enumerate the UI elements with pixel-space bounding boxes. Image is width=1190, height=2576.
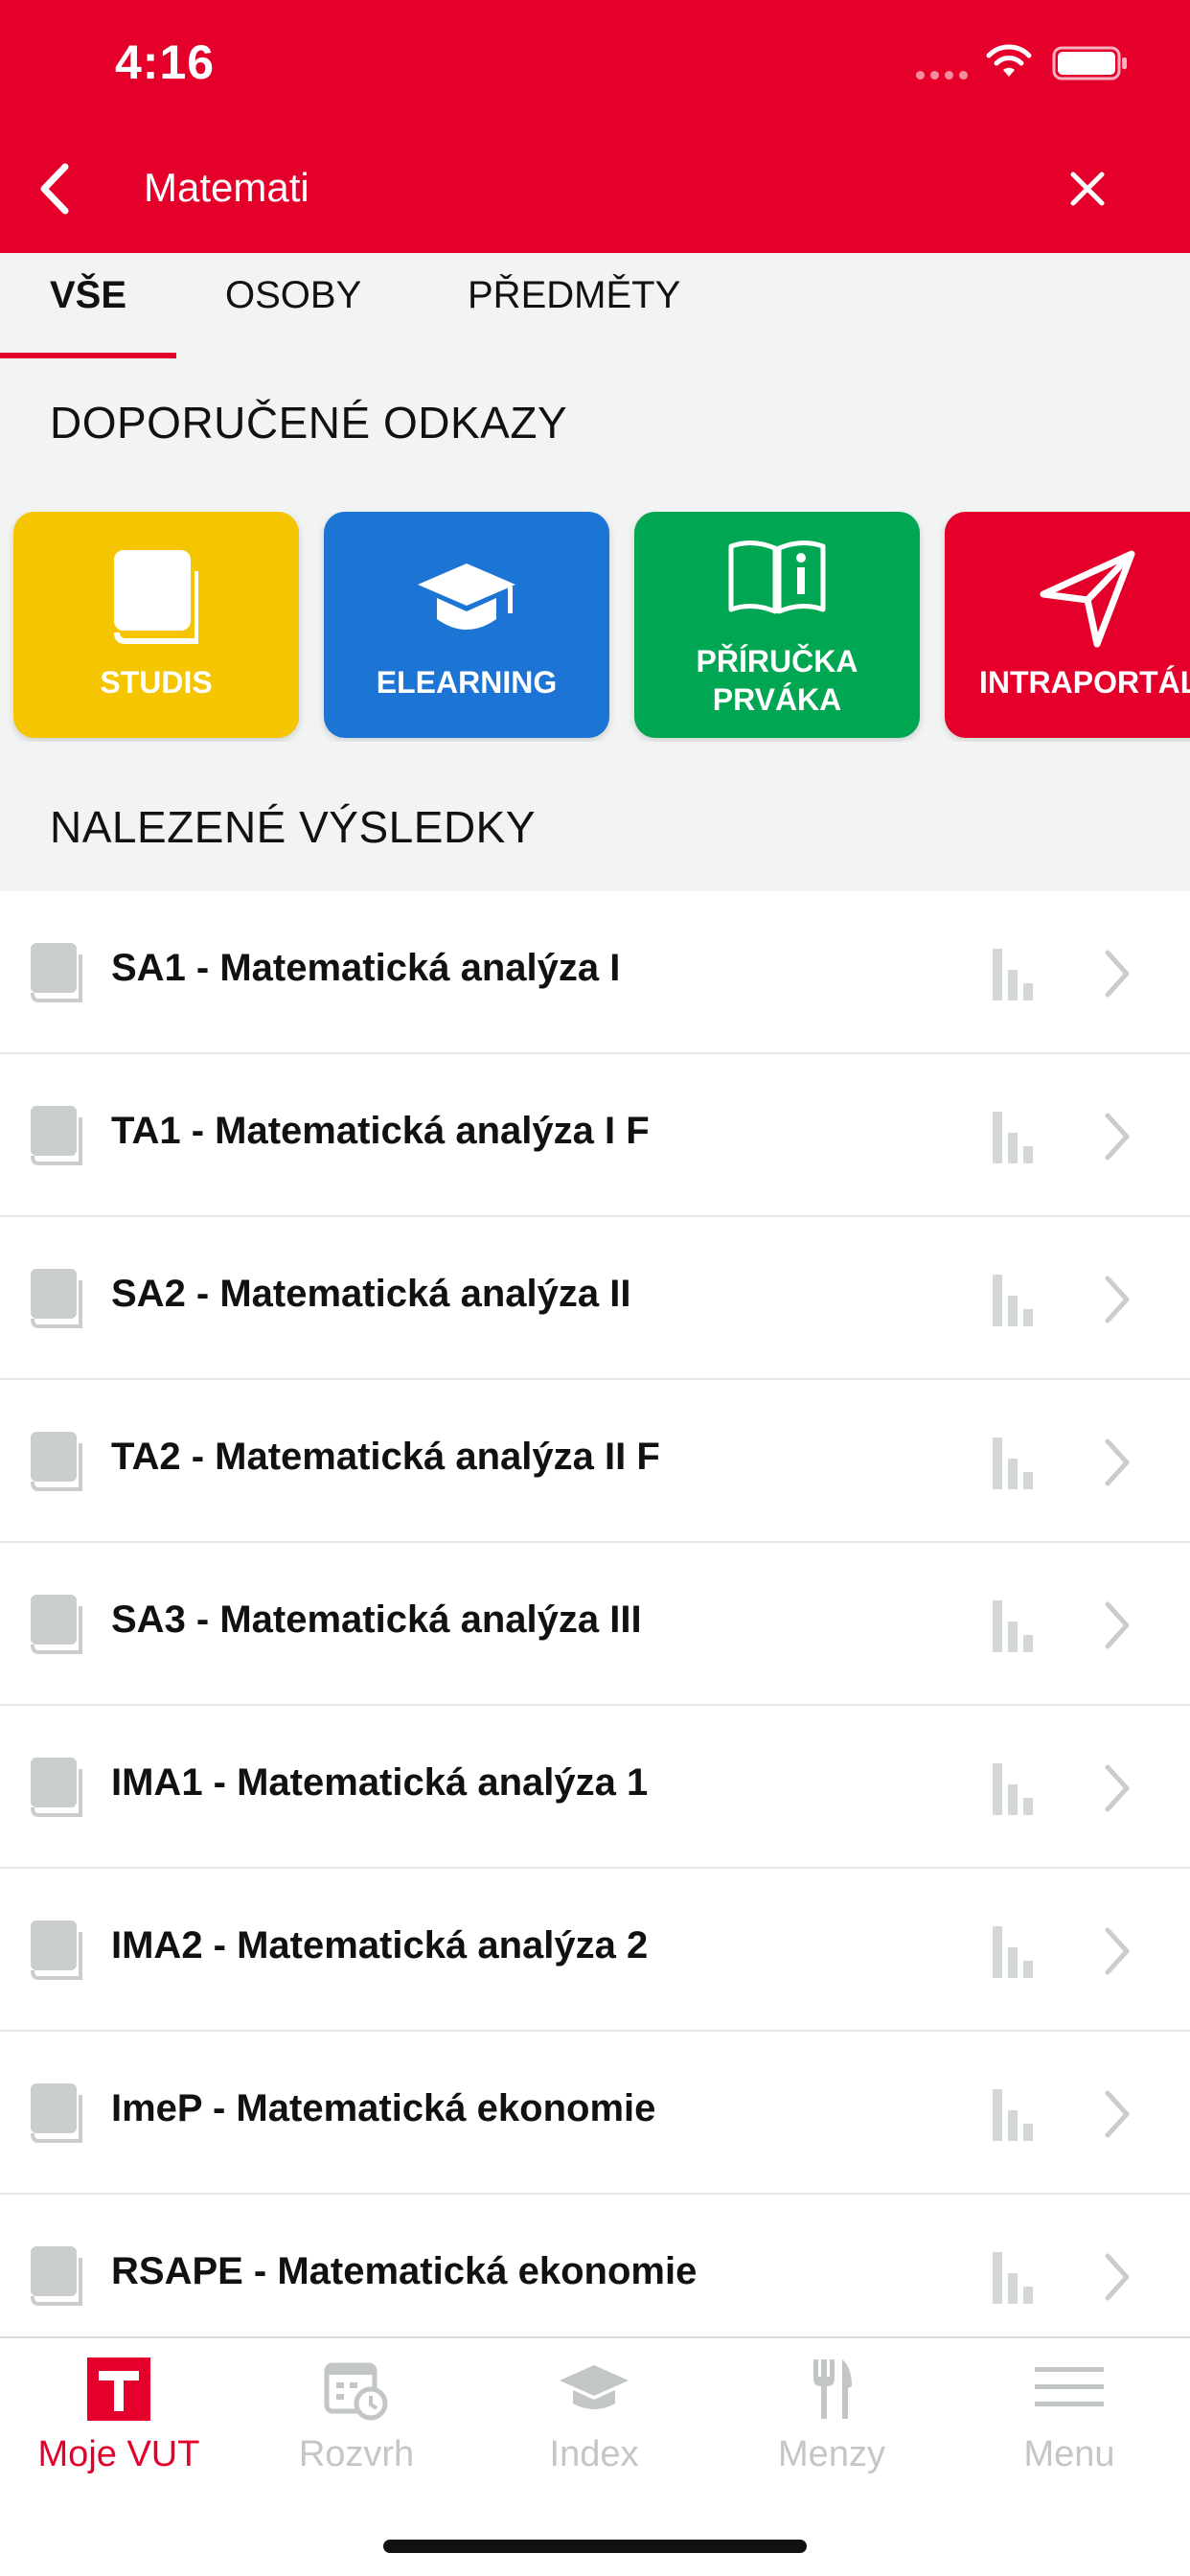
chevron-right-icon <box>1105 1113 1130 1161</box>
signal-icon <box>916 71 968 80</box>
header: 4:16 Matemati <box>0 0 1190 253</box>
statistics-icon[interactable] <box>991 2248 1041 2306</box>
tile-label: INTRAPORTÁL <box>979 665 1190 700</box>
result-row[interactable]: SA2 - Matematická analýza II <box>0 1217 1190 1380</box>
result-label: SA2 - Matematická analýza II <box>111 1273 631 1315</box>
result-label: TA2 - Matematická analýza II F <box>111 1436 660 1478</box>
tabbar-item-schedule[interactable]: Rozvrh <box>238 2338 475 2511</box>
tile-label: STUDIS <box>100 665 213 700</box>
tabbar-label: Rozvrh <box>298 2434 415 2474</box>
result-row[interactable]: RSAPE - Matematická ekonomie <box>0 2195 1190 2336</box>
section-title-recommended: DOPORUČENÉ ODKAZY <box>50 398 568 448</box>
result-label: IMA2 - Matematická analýza 2 <box>111 1924 649 1966</box>
section-title-results: NALEZENÉ VÝSLEDKY <box>50 802 537 852</box>
book-icon <box>31 943 82 1002</box>
book-icon <box>31 1106 82 1165</box>
result-label: TA1 - Matematická analýza I F <box>111 1110 650 1152</box>
result-row[interactable]: TA1 - Matematická analýza I F <box>0 1054 1190 1217</box>
status-time: 4:16 <box>115 35 216 89</box>
statistics-icon[interactable] <box>991 1760 1041 1817</box>
tab-all[interactable]: VŠE <box>50 274 126 317</box>
tab-people[interactable]: OSOBY <box>225 274 361 317</box>
tile-freshman-guide[interactable]: PŘÍRUČKA PRVÁKA <box>634 512 920 738</box>
result-row[interactable]: ImeP - Matematická ekonomie <box>0 2032 1190 2195</box>
send-icon <box>1040 550 1135 648</box>
statistics-icon[interactable] <box>991 945 1041 1002</box>
tile-studis[interactable]: STUDIS <box>13 512 299 738</box>
recommended-links: STUDIS ELEARNING PŘÍRUČKA PRVÁKA INTRAPO… <box>0 512 1190 742</box>
tabbar-label: Menzy <box>778 2434 885 2474</box>
tabbar-label: Moje VUT <box>37 2434 200 2474</box>
book-icon <box>31 1595 82 1654</box>
tabbar-label: Index <box>549 2434 639 2474</box>
result-row[interactable]: SA3 - Matematická analýza III <box>0 1543 1190 1706</box>
tabbar-item-my-vut[interactable]: Moje VUT <box>0 2338 238 2511</box>
wifi-icon <box>986 44 1032 77</box>
battery-icon <box>1052 46 1127 80</box>
statistics-icon[interactable] <box>991 1108 1041 1165</box>
tabbar-item-canteens[interactable]: Menzy <box>713 2338 950 2511</box>
book-icon <box>31 1432 82 1491</box>
statistics-icon[interactable] <box>991 1271 1041 1328</box>
vut-logo-icon <box>87 2358 150 2421</box>
tabbar-item-index[interactable]: Index <box>475 2338 713 2511</box>
chevron-right-icon <box>1105 950 1130 998</box>
book-icon <box>31 1920 82 1980</box>
active-tab-indicator <box>0 353 176 358</box>
tile-label: PŘÍRUČKA PRVÁKA <box>696 644 858 717</box>
statistics-icon[interactable] <box>991 1434 1041 1491</box>
chevron-right-icon <box>1105 1438 1130 1486</box>
chevron-right-icon <box>1105 2090 1130 2138</box>
clear-search-button[interactable] <box>1062 163 1113 215</box>
segment-tabs: VŠE OSOBY PŘEDMĚTY <box>0 253 1190 358</box>
tile-intraportal[interactable]: INTRAPORTÁL <box>945 512 1190 738</box>
hamburger-menu-icon <box>1035 2367 1104 2406</box>
result-label: ImeP - Matematická ekonomie <box>111 2087 656 2129</box>
chevron-right-icon <box>1105 2253 1130 2301</box>
results-list: SA1 - Matematická analýza I TA1 - Matemat… <box>0 891 1190 2336</box>
result-row[interactable]: IMA1 - Matematická analýza 1 <box>0 1706 1190 1869</box>
chevron-right-icon <box>1105 1764 1130 1812</box>
tile-label: ELEARNING <box>376 665 558 700</box>
tile-elearning[interactable]: ELEARNING <box>324 512 609 738</box>
book-icon <box>31 1269 82 1328</box>
result-label: SA1 - Matematická analýza I <box>111 947 621 989</box>
chevron-right-icon <box>1105 1276 1130 1323</box>
bottom-tab-bar: Moje VUT Rozvrh Index Menzy Menu <box>0 2336 1190 2576</box>
book-icon <box>31 2246 82 2306</box>
chevron-right-icon <box>1105 1601 1130 1649</box>
fork-knife-icon <box>813 2359 852 2419</box>
search-input[interactable]: Matemati <box>144 165 309 211</box>
statistics-icon[interactable] <box>991 2085 1041 2143</box>
result-row[interactable]: TA2 - Matematická analýza II F <box>0 1380 1190 1543</box>
book-icon <box>31 1758 82 1817</box>
info-book-icon <box>728 540 826 614</box>
tabbar-label: Menu <box>1023 2434 1115 2474</box>
result-label: SA3 - Matematická analýza III <box>111 1598 642 1641</box>
graduation-cap-icon <box>560 2365 629 2409</box>
statistics-icon[interactable] <box>991 1922 1041 1980</box>
book-icon <box>31 2083 82 2143</box>
app-screen: 4:16 Matemati VŠE OSOBY PŘEDMĚTY DOPORUČ… <box>0 0 1190 2576</box>
result-row[interactable]: IMA2 - Matematická analýza 2 <box>0 1869 1190 2032</box>
result-row[interactable]: SA1 - Matematická analýza I <box>0 891 1190 1054</box>
statistics-icon[interactable] <box>991 1597 1041 1654</box>
home-indicator <box>383 2540 807 2553</box>
calendar-clock-icon <box>324 2362 388 2421</box>
graduation-cap-icon <box>418 564 515 630</box>
result-label: RSAPE - Matematická ekonomie <box>111 2250 698 2292</box>
result-label: IMA1 - Matematická analýza 1 <box>111 1761 649 1804</box>
tabbar-item-menu[interactable]: Menu <box>950 2338 1188 2511</box>
book-icon <box>114 550 198 644</box>
chevron-right-icon <box>1105 1927 1130 1975</box>
back-button[interactable] <box>29 155 86 222</box>
tab-subjects[interactable]: PŘEDMĚTY <box>468 274 680 317</box>
